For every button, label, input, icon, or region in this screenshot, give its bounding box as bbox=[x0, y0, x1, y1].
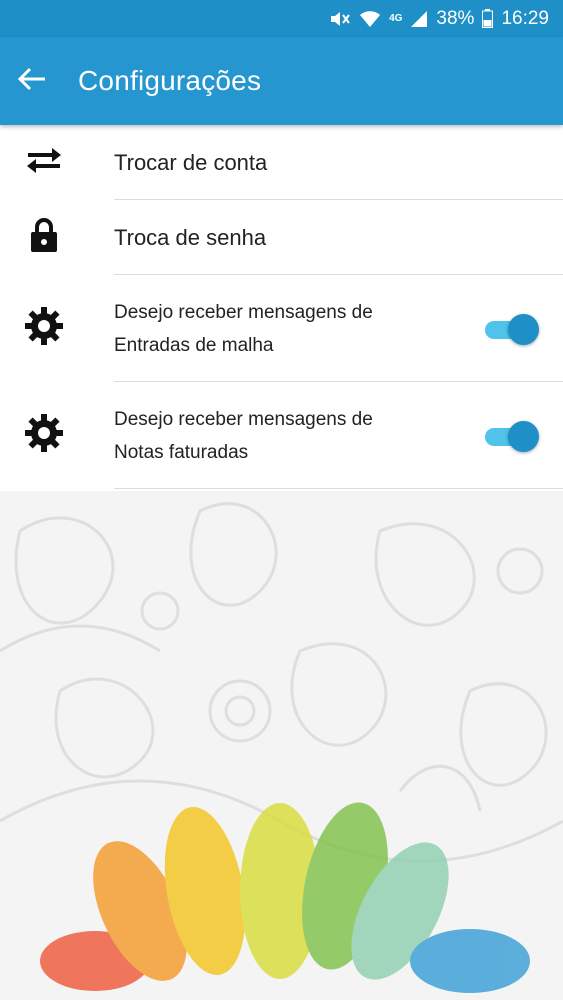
settings-list: Trocar de conta Troca de senha Desejo re… bbox=[0, 125, 563, 489]
divider bbox=[114, 488, 563, 489]
wifi-icon bbox=[359, 10, 381, 28]
network-type: 4G bbox=[389, 12, 403, 24]
signal-icon bbox=[410, 10, 428, 28]
toggle-thumb bbox=[508, 420, 539, 452]
switch-account-item[interactable]: Trocar de conta bbox=[0, 125, 563, 200]
battery-icon bbox=[482, 9, 494, 28]
knit-entries-toggle[interactable] bbox=[483, 313, 539, 345]
swap-arrows-icon bbox=[24, 145, 64, 180]
label-line-1: Desejo receber mensagens de bbox=[114, 301, 373, 323]
invoiced-notes-toggle[interactable] bbox=[483, 420, 539, 452]
battery-percent: 38% bbox=[436, 7, 475, 29]
back-button[interactable] bbox=[0, 49, 64, 113]
switch-account-label: Trocar de conta bbox=[114, 149, 268, 175]
label-line-2: Entradas de malha bbox=[114, 334, 274, 356]
gear-icon bbox=[24, 413, 64, 458]
arrow-left-icon bbox=[17, 67, 46, 96]
page-title: Configurações bbox=[78, 65, 262, 96]
setting-invoiced-notes: Desejo receber mensagens de Notas fatura… bbox=[0, 382, 563, 489]
setting-knit-entries-label: Desejo receber mensagens de Entradas de … bbox=[114, 296, 444, 362]
app-bar: Configurações bbox=[0, 37, 563, 125]
mute-icon bbox=[329, 10, 351, 28]
decorative-background bbox=[0, 491, 563, 1000]
change-password-item[interactable]: Troca de senha bbox=[0, 200, 563, 275]
setting-invoiced-notes-label: Desejo receber mensagens de Notas fatura… bbox=[114, 403, 444, 469]
status-bar: 4G 38% 16:29 bbox=[0, 0, 563, 37]
clock: 16:29 bbox=[501, 7, 549, 29]
label-line-1: Desejo receber mensagens de bbox=[114, 408, 373, 430]
label-line-2: Notas faturadas bbox=[114, 441, 249, 463]
toggle-thumb bbox=[508, 313, 539, 345]
flower-logo bbox=[40, 802, 530, 993]
setting-knit-entries: Desejo receber mensagens de Entradas de … bbox=[0, 275, 563, 382]
gear-icon bbox=[24, 306, 64, 351]
change-password-label: Troca de senha bbox=[114, 224, 267, 250]
lock-icon bbox=[29, 217, 59, 258]
